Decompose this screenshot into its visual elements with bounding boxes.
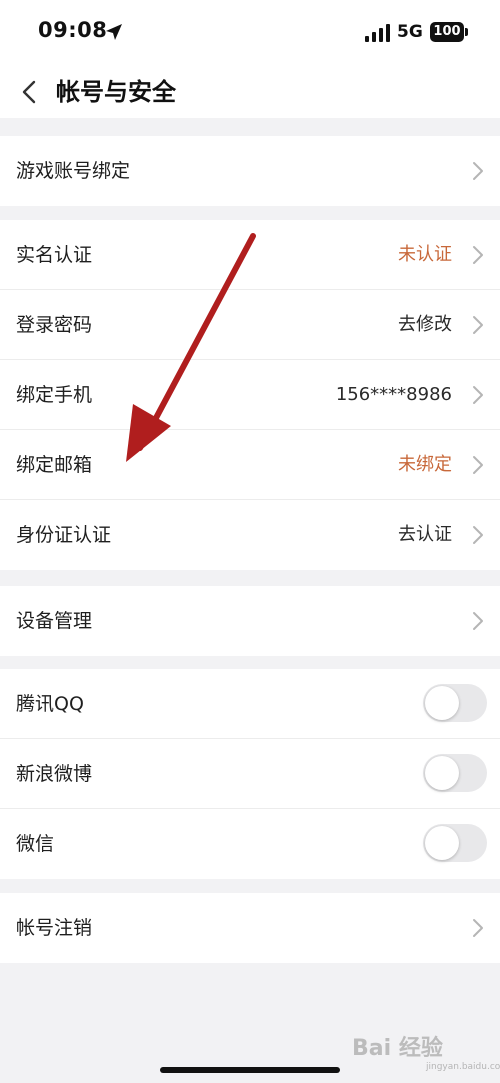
settings-group-device: 设备管理 xyxy=(0,586,500,656)
status-bar: 09:08 5G 100 xyxy=(0,0,500,66)
location-arrow-icon xyxy=(106,24,122,40)
row-game-account-binding[interactable]: 游戏账号绑定 xyxy=(0,136,500,206)
chevron-right-icon xyxy=(473,316,483,334)
chevron-right-icon xyxy=(473,386,483,404)
row-device-management[interactable]: 设备管理 xyxy=(0,586,500,656)
settings-group-social-binding: 腾讯QQ 新浪微博 微信 xyxy=(0,669,500,879)
row-value-action: 去修改 xyxy=(398,314,452,335)
toggle-knob xyxy=(425,826,459,860)
row-wechat: 微信 xyxy=(0,809,500,879)
chevron-right-icon xyxy=(473,919,483,937)
row-tencent-qq: 腾讯QQ xyxy=(0,669,500,739)
toggle-knob xyxy=(425,756,459,790)
row-bind-email[interactable]: 绑定邮箱 未绑定 xyxy=(0,430,500,500)
status-time: 09:08 xyxy=(38,18,108,42)
row-label: 身份证认证 xyxy=(16,524,112,546)
home-indicator xyxy=(160,1067,340,1073)
weibo-toggle-switch[interactable] xyxy=(423,754,487,792)
chevron-right-icon xyxy=(473,162,483,180)
chevron-right-icon xyxy=(473,612,483,630)
qq-toggle-switch[interactable] xyxy=(423,684,487,722)
toggle-knob xyxy=(425,686,459,720)
settings-group-account: 帐号注销 xyxy=(0,893,500,963)
chevron-right-icon xyxy=(473,526,483,544)
row-value-phone: 156****8986 xyxy=(335,384,452,405)
row-bind-phone[interactable]: 绑定手机 156****8986 xyxy=(0,360,500,430)
row-label: 帐号注销 xyxy=(16,917,93,939)
row-label: 设备管理 xyxy=(16,610,93,632)
row-label: 登录密码 xyxy=(16,314,93,336)
watermark: Bai 经验 xyxy=(352,1036,443,1061)
cellular-signal-icon xyxy=(365,24,390,42)
row-label: 腾讯QQ xyxy=(16,693,84,715)
watermark-url: jingyan.baidu.com xyxy=(426,1062,500,1072)
row-value-status: 未认证 xyxy=(398,244,452,265)
row-account-deletion[interactable]: 帐号注销 xyxy=(0,893,500,963)
row-label: 微信 xyxy=(16,833,55,855)
wechat-toggle-switch[interactable] xyxy=(423,824,487,862)
row-label: 游戏账号绑定 xyxy=(16,160,131,182)
row-value-status: 未绑定 xyxy=(398,454,452,475)
settings-group-security: 实名认证 未认证 登录密码 去修改 绑定手机 156****8986 绑定邮箱 … xyxy=(0,220,500,570)
row-id-card-verification[interactable]: 身份证认证 去认证 xyxy=(0,500,500,570)
battery-icon: 100 xyxy=(430,22,464,42)
row-label: 实名认证 xyxy=(16,244,93,266)
page-title: 帐号与安全 xyxy=(56,78,176,106)
chevron-right-icon xyxy=(473,246,483,264)
chevron-right-icon xyxy=(473,456,483,474)
row-login-password[interactable]: 登录密码 去修改 xyxy=(0,290,500,360)
row-label: 绑定邮箱 xyxy=(16,454,93,476)
row-sina-weibo: 新浪微博 xyxy=(0,739,500,809)
row-value-action: 去认证 xyxy=(398,524,452,545)
nav-bar: 帐号与安全 xyxy=(0,66,500,118)
battery-tip xyxy=(465,28,468,36)
back-chevron-icon[interactable] xyxy=(16,74,44,110)
row-label: 新浪微博 xyxy=(16,763,93,785)
row-real-name-verification[interactable]: 实名认证 未认证 xyxy=(0,220,500,290)
row-label: 绑定手机 xyxy=(16,384,93,406)
network-type: 5G xyxy=(397,22,423,42)
settings-group-game: 游戏账号绑定 xyxy=(0,136,500,206)
